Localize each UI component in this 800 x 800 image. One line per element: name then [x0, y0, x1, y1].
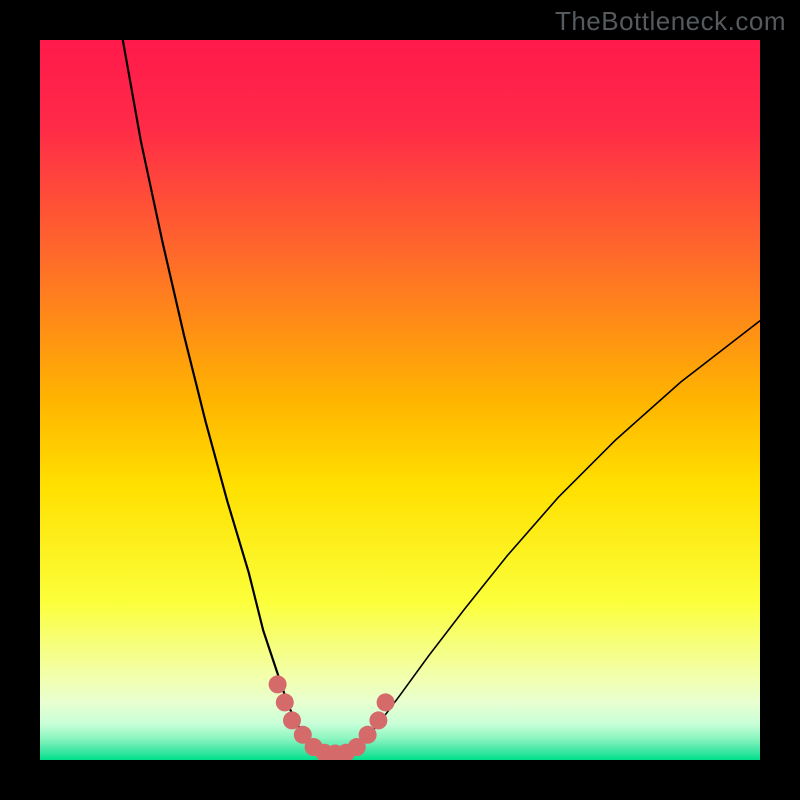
curve-left-branch — [123, 40, 310, 746]
marker-dot — [359, 726, 377, 744]
plot-area — [40, 40, 760, 760]
marker-dot — [283, 711, 301, 729]
marker-dot — [269, 675, 287, 693]
curve-right-branch — [360, 321, 760, 746]
watermark-text: TheBottleneck.com — [555, 6, 786, 37]
chart-frame: TheBottleneck.com — [0, 0, 800, 800]
marker-dot — [276, 693, 294, 711]
marker-dot — [369, 711, 387, 729]
marker-dot — [377, 693, 395, 711]
bottleneck-curve — [40, 40, 760, 760]
